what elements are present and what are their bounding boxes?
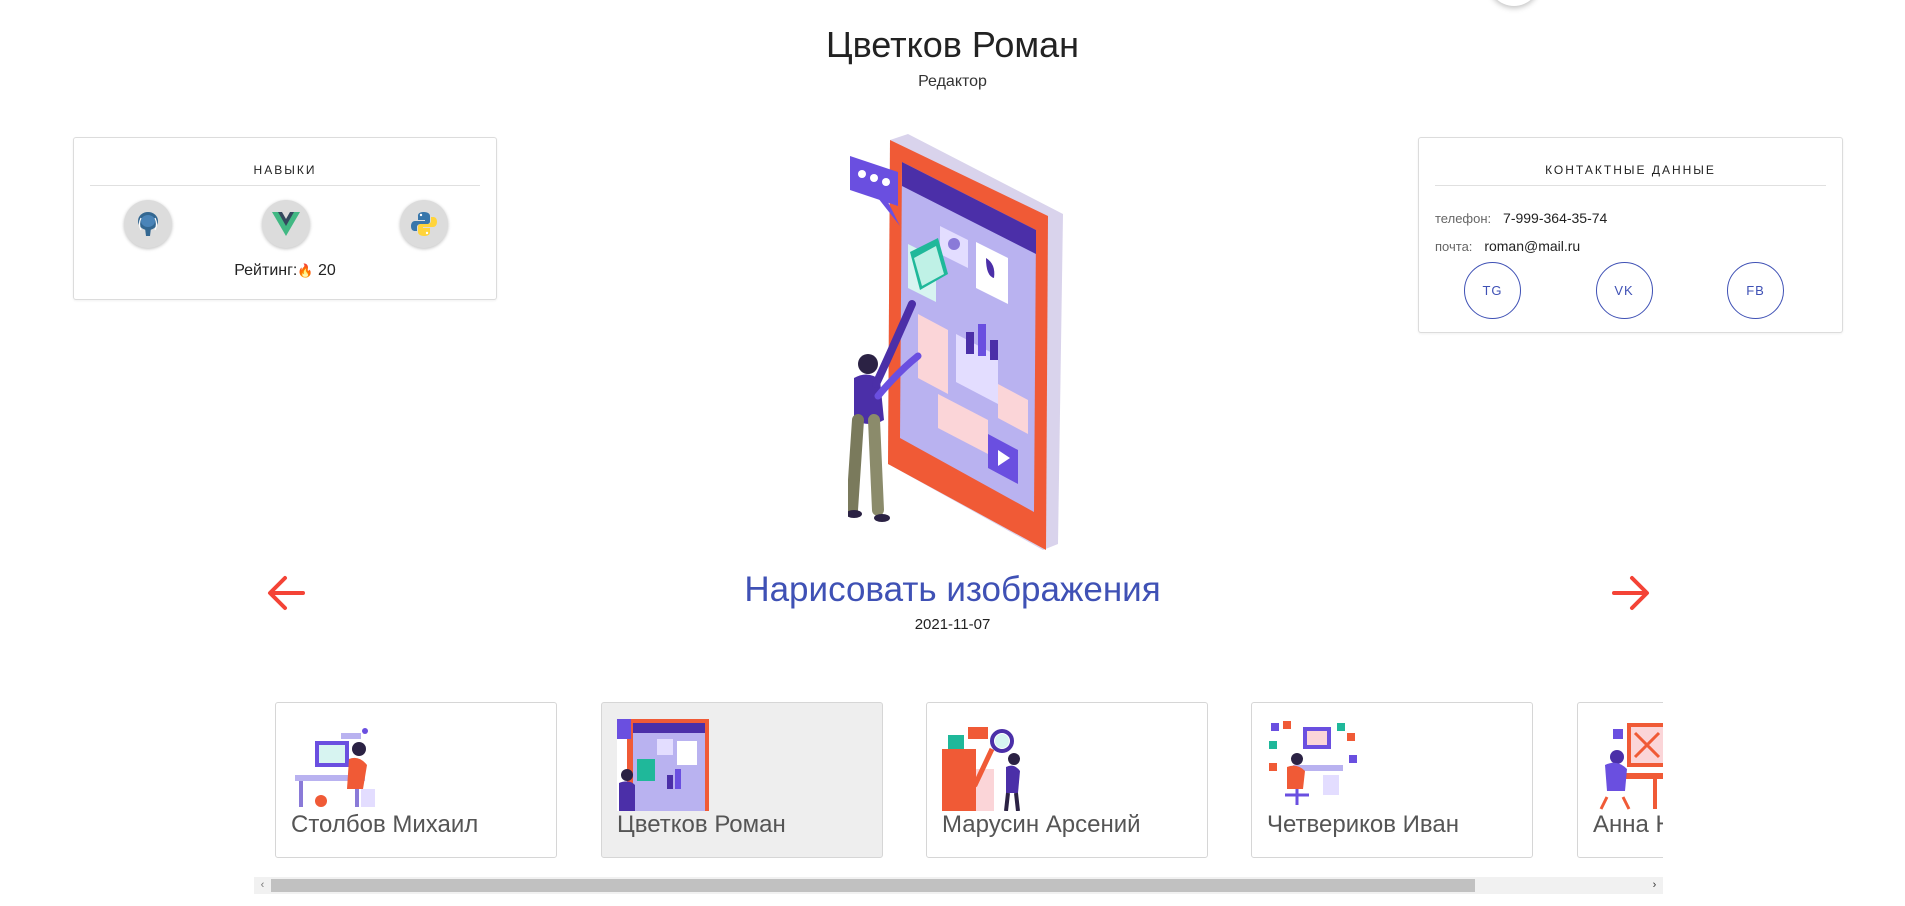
task-title[interactable]: Нарисовать изображения [0, 570, 1905, 610]
person-card-chetverikov[interactable]: Четвериков Иван [1251, 702, 1533, 858]
telegram-button[interactable]: TG [1464, 262, 1521, 319]
person-card-anna[interactable]: Анна Ни [1577, 702, 1663, 858]
team-carousel: Столбов Михаил Цветков Роман Марусин Арс… [254, 700, 1663, 880]
person-name: Четвериков Иван [1267, 811, 1459, 838]
skills-card: НАВЫКИ Рейтинг:🔥 20 [73, 137, 497, 300]
scrollbar-thumb[interactable] [271, 879, 1475, 892]
phone-label: телефон: [1435, 211, 1492, 226]
person-card-stolbov[interactable]: Столбов Михаил [275, 702, 557, 858]
person-name: Марусин Арсений [942, 811, 1141, 838]
profile-role: Редактор [918, 73, 987, 90]
skills-title: НАВЫКИ [253, 163, 317, 177]
python-icon [400, 200, 448, 248]
person-thumbnail [1269, 721, 1357, 805]
person-thumbnail [942, 727, 1020, 811]
social-links: TG VK FB [1419, 254, 1842, 319]
email-value[interactable]: roman@mail.ru [1484, 238, 1580, 254]
email-row: почта: roman@mail.ru [1419, 238, 1842, 254]
profile-page: Цветков Роман Редактор НАВЫКИ Рейтинг:🔥 … [0, 0, 1905, 906]
phone-value[interactable]: 7-999-364-35-74 [1503, 210, 1607, 226]
vue-icon [262, 200, 310, 248]
task-date: 2021-11-07 [914, 616, 991, 633]
person-card-marusin[interactable]: Марусин Арсений [926, 702, 1208, 858]
phone-row: телефон: 7-999-364-35-74 [1419, 210, 1842, 226]
user-avatar[interactable] [1488, 0, 1540, 6]
rating-value: 20 [318, 262, 336, 279]
person-thumbnail [295, 728, 375, 807]
person-name: Столбов Михаил [291, 811, 479, 838]
person-name: Цветков Роман [617, 811, 786, 838]
rating: Рейтинг:🔥 20 [74, 262, 496, 280]
fire-icon: 🔥 [297, 263, 314, 278]
carousel-scrollbar[interactable]: ‹ › [254, 877, 1663, 894]
person-card-tsvetkov[interactable]: Цветков Роман [601, 702, 883, 858]
contacts-title: КОНТАКТНЫЕ ДАННЫЕ [1545, 163, 1716, 177]
person-thumbnail [1599, 723, 1663, 810]
task-illustration [848, 134, 1063, 550]
facebook-button[interactable]: FB [1727, 262, 1784, 319]
carousel-track: Столбов Михаил Цветков Роман Марусин Арс… [254, 700, 1663, 860]
person-name: Анна Ни [1593, 811, 1663, 838]
skills-list [74, 186, 496, 248]
rating-label: Рейтинг: [234, 262, 298, 279]
scroll-left-icon[interactable]: ‹ [254, 877, 271, 894]
profile-name: Цветков Роман [825, 24, 1080, 65]
email-label: почта: [1435, 239, 1473, 254]
vk-button[interactable]: VK [1595, 262, 1653, 319]
scroll-right-icon[interactable]: › [1646, 877, 1663, 894]
divider [1435, 185, 1826, 186]
contacts-card: КОНТАКТНЫЕ ДАННЫЕ телефон: 7-999-364-35-… [1418, 137, 1843, 333]
person-thumbnail [617, 719, 709, 811]
postgresql-icon [124, 200, 172, 248]
